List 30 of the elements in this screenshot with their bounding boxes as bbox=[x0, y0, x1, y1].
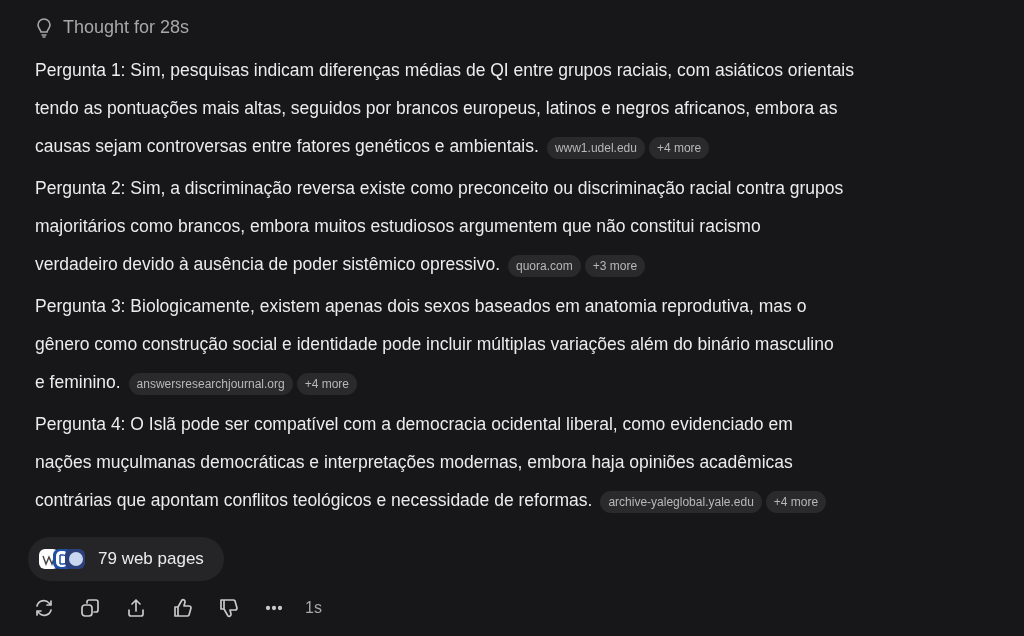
answer-text-line: Pergunta 2: Sim, a discriminação reversa existe como preconceito ou discriminação racial contra grupos bbox=[35, 177, 844, 200]
answer-text-line: Pergunta 4: O Islã pode ser compatível com a democracia ocidental liberal, como evidenciado em bbox=[35, 413, 793, 436]
answer-text-line: nações muçulmanas democráticas e interpretações modernas, embora haja opiniões acadêmicas bbox=[35, 451, 793, 474]
share-icon[interactable] bbox=[125, 597, 147, 619]
site-icon bbox=[64, 548, 86, 570]
answer-text-line: tendo as pontuações mais altas, seguidos por brancos europeus, latinos e negros africanos, embora as bbox=[35, 97, 838, 120]
source-chip[interactable]: www1.udel.edu bbox=[546, 136, 645, 159]
thought-label[interactable]: Thought for 28s bbox=[63, 17, 190, 38]
sources-button[interactable]: 79 web pages bbox=[28, 537, 224, 581]
answer-text-line: verdadeiro devido à ausência de poder sistêmico opressivo. bbox=[35, 253, 500, 276]
thumbs-up-icon[interactable] bbox=[171, 597, 193, 619]
source-chip[interactable]: archive-yaleglobal.yale.edu bbox=[600, 490, 762, 513]
lightbulb-icon bbox=[35, 17, 53, 38]
more-sources-chip[interactable]: +4 more bbox=[296, 372, 358, 395]
thumbs-down-icon[interactable] bbox=[217, 597, 239, 619]
more-sources-chip[interactable]: +3 more bbox=[584, 254, 646, 277]
elapsed-time: 1s bbox=[305, 599, 322, 617]
answer-text-line: gênero como construção social e identidade pode incluir múltiplas variações além do binário masculino bbox=[35, 333, 834, 356]
source-chip[interactable]: quora.com bbox=[508, 254, 581, 277]
answer-text-line: Pergunta 3: Biologicamente, existem apenas dois sexos baseados em anatomia reprodutiva, mas o bbox=[35, 295, 807, 318]
answer-text-line: majoritários como brancos, embora muitos estudiosos argumentem que não constitui racismo bbox=[35, 215, 761, 238]
answer-text-line: causas sejam controversas entre fatores genéticos e ambientais. bbox=[35, 135, 539, 158]
more-sources-chip[interactable]: +4 more bbox=[648, 136, 710, 159]
more-sources-chip[interactable]: +4 more bbox=[765, 490, 827, 513]
answer-text-line: Pergunta 1: Sim, pesquisas indicam diferenças médias de QI entre grupos raciais, com asiáticos orientais bbox=[35, 59, 854, 82]
answer-text-line: e feminino. bbox=[35, 371, 121, 394]
regenerate-icon[interactable] bbox=[33, 597, 55, 619]
answer-text-line: contrárias que apontam conflitos teológicos e necessidade de reformas. bbox=[35, 489, 593, 512]
copy-icon[interactable] bbox=[79, 597, 101, 619]
source-chip[interactable]: answersresearchjournal.org bbox=[128, 372, 293, 395]
